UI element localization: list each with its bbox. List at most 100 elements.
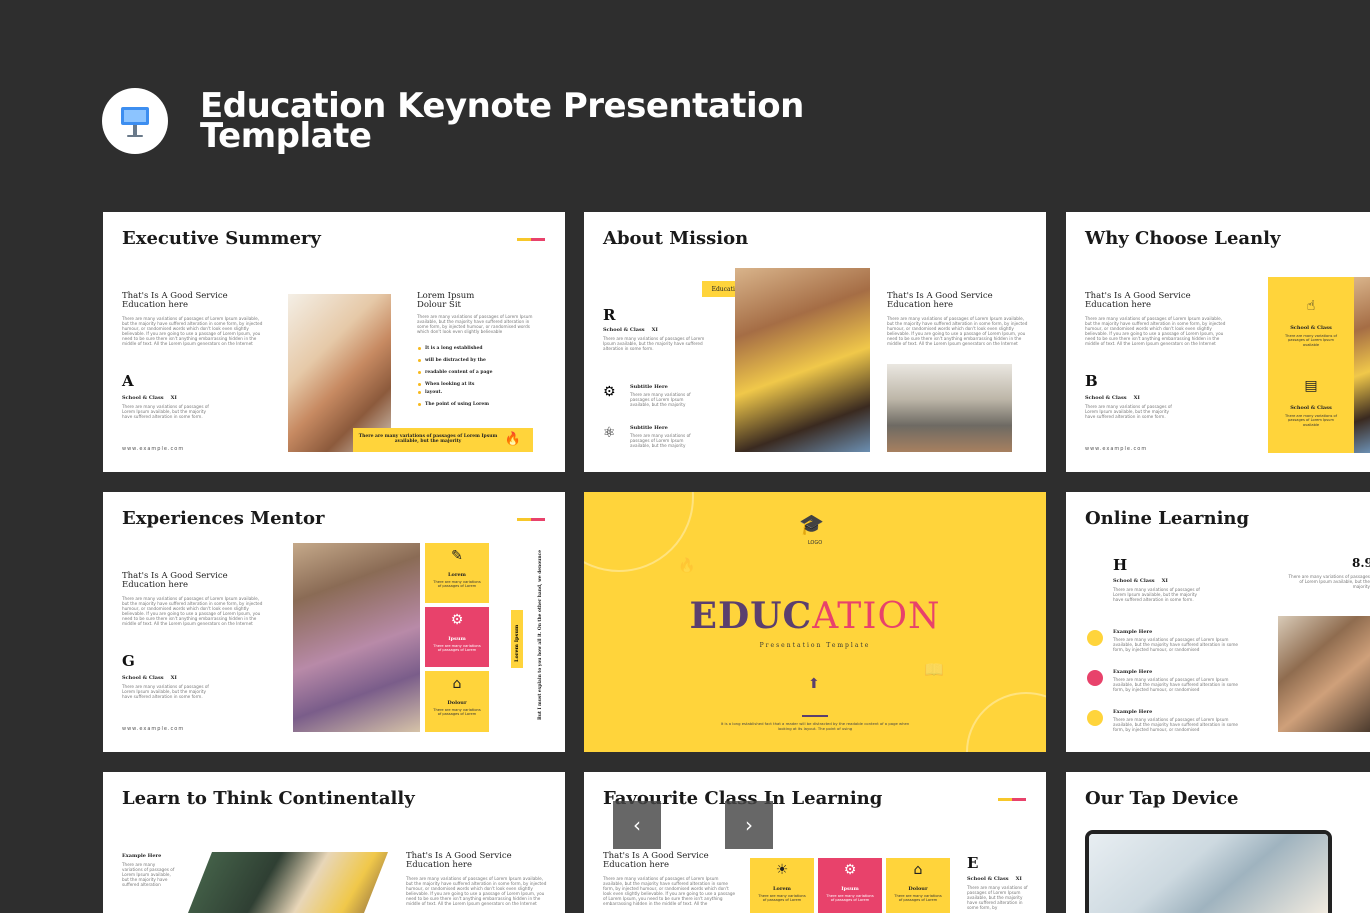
slide-title: Online Learning [1085,508,1250,529]
accent-line [517,238,545,241]
slide-education-cover[interactable]: 🎓 LOGO EDUCATION Presentation Template ⬆… [584,492,1046,752]
office-photo [887,364,1012,452]
vertical-text: But I must explain to you how all it. On… [538,549,543,720]
section-letter: E [967,854,979,872]
lorem-box: ✎ Lorem There are many variations of pas… [425,543,489,603]
class-paragraph: There are many variations of passages of… [122,404,209,419]
previous-button[interactable]: ‹ [613,801,661,849]
example-dot-icon [1087,630,1103,646]
class-label: School & Class XI [1085,395,1140,401]
bullet-item: will be distracted by the [418,358,486,363]
notebook-icon: ▤ [1304,378,1318,394]
arrow-up-icon: ⬆ [808,676,820,692]
class-paragraph: There are many variations of passages of… [1113,587,1200,602]
bullet-item: When looking at its [417,382,475,387]
slide-paragraph: There are many variations of passages of… [1085,316,1226,346]
robot-icon: ⚙ [603,384,616,400]
example-text: There are many variations of passages of… [1113,717,1238,732]
slide-about-mission[interactable]: About Mission Education R School & Class… [584,212,1046,472]
class-label: School & Class XI [967,876,1022,882]
cover-subtitle: Presentation Template [759,642,871,649]
slide-experiences-mentor[interactable]: Experiences Mentor That's Is A Good Serv… [103,492,565,752]
example-dot-icon [1087,670,1103,686]
example-dot-icon [1087,710,1103,726]
school-icon: ⌂ [913,862,923,878]
page-header: Education Keynote Presentation Template [102,88,804,154]
book-icon: 📖 [924,660,944,679]
student-photo [293,543,420,732]
slide-subtitle: That's Is A Good Service Education here [122,571,228,590]
hand-icon: ☝ [1306,298,1316,314]
ipsum-box: ⚙ Ipsum There are many variations of pas… [425,607,489,667]
section-letter: H [1113,556,1128,574]
slide-title: Our Tap Device [1085,788,1239,809]
dolour-box: ⌂ Dolour There are many variations of pa… [886,858,950,913]
classroom-photo [1278,616,1370,732]
slide-online-learning[interactable]: Online Learning H School & Class XI Ther… [1066,492,1370,752]
section-letter: G [122,652,135,670]
next-button[interactable]: › [725,801,773,849]
slide-why-choose-leanly[interactable]: Why Choose Leanly That's Is A Good Servi… [1066,212,1370,472]
science-icon: ⚛ [603,425,616,441]
slide-subtitle: That's Is A Good Service Education here [1085,291,1191,310]
ipsum-box: ⚙ Ipsum There are many variations of pas… [818,858,882,913]
example-text: There are many variations of passages of… [1113,677,1238,692]
accent-line [998,798,1026,801]
class-label: School & Class XI [122,675,177,681]
slide-subtitle: That's Is A Good Service Education here [122,291,228,310]
class-paragraph: There are many variations of passages of… [967,885,1028,910]
slide-paragraph: There are many variations of passages of… [887,316,1028,346]
example-text: There are many variations of passages of… [1113,637,1238,652]
slide-url: www.example.com [122,446,185,452]
slide-indicator [802,715,828,717]
slide-subtitle: That's Is A Good Service Education here [603,851,709,870]
lightbulb-icon: ☀ [775,862,789,878]
teacher-photo [188,852,388,913]
section-letter: R [603,306,616,324]
accent-line [517,518,545,521]
tablet-device [1085,830,1332,913]
gear-icon: ⚙ [843,862,857,878]
class-paragraph: There are many variations of passages of… [122,684,209,699]
gear-icon: ⚙ [450,612,464,628]
deco-circle [966,692,1046,752]
item-text: There are many variations of passages of… [630,433,691,448]
banner: There are many variations of passages of… [353,428,533,452]
tablet-screen-photo [1089,834,1328,913]
school-icon: ⌂ [452,676,462,692]
right-paragraph: There are many variations of passages of… [417,314,533,334]
class-paragraph: There are many variations of passages of… [1085,404,1172,419]
slide-learn-to-think[interactable]: Learn to Think Continentally Example Her… [103,772,565,913]
feature-box: ☝ School & Class There are many variatio… [1268,277,1354,453]
bullet-item: It is a long established [418,346,483,351]
slide-executive-summery[interactable]: Executive Summery That's Is A Good Servi… [103,212,565,472]
side-photo [1354,277,1370,453]
vertical-tag: Lorem Ipsum [511,610,523,668]
class-label: School & Class XI [1113,578,1168,584]
item-title: Subtitle Here [630,384,668,390]
stat-value: 8.9 [1352,556,1370,570]
bullet-item: readable content of a page [417,370,493,375]
section-letter: A [122,372,134,390]
lorem-box: ☀ Lorem There are many variations of pas… [750,858,814,913]
slide-title: Why Choose Leanly [1085,228,1281,249]
slide-title: Learn to Think Continentally [122,788,415,809]
section-letter: B [1085,372,1098,390]
graduation-cap-icon: 🎓 [799,512,824,536]
bullet-item: The point of using Lorem [418,402,489,407]
slide-our-tap-device[interactable]: Our Tap Device [1066,772,1370,913]
right-title: Lorem Ipsum Dolour Sit [417,291,475,310]
page-title: Education Keynote Presentation Template [200,89,804,153]
dolour-box: ⌂ Dolour There are many variations of pa… [425,671,489,732]
bullet-item: layout. [417,390,443,395]
slide-url: www.example.com [1085,446,1148,452]
example-text: There are many variations of passages of… [122,862,175,887]
slide-url: www.example.com [122,726,185,732]
keynote-app-icon [102,88,168,154]
keynote-icon [121,107,149,137]
example-title: Example Here [122,853,162,859]
cover-title: EDUCATION [689,595,941,637]
item-title: Subtitle Here [630,425,668,431]
stat-text: There are many variations of passages of… [1288,574,1370,589]
slide-title: Executive Summery [122,228,321,249]
